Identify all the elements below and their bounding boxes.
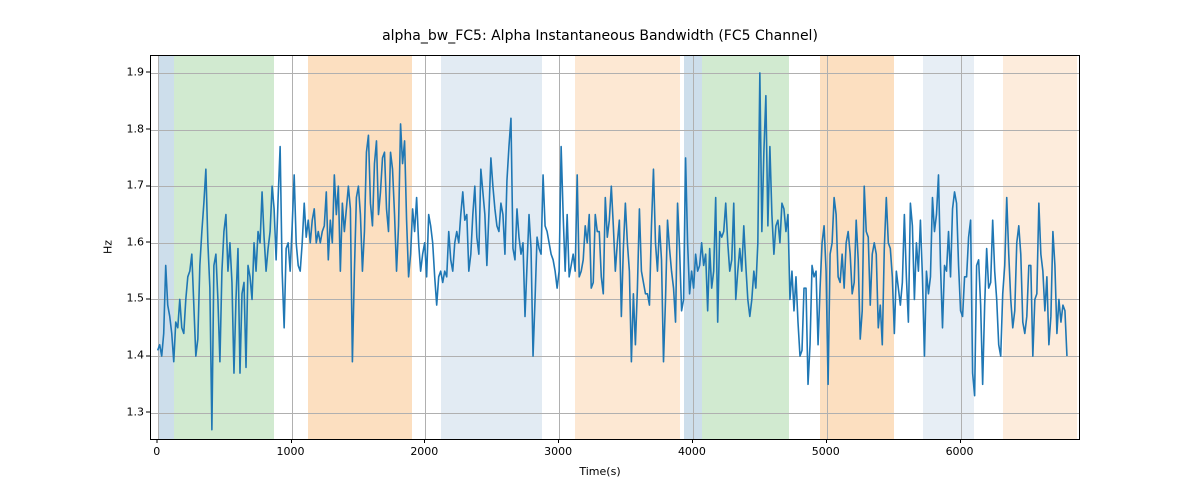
chart-title: alpha_bw_FC5: Alpha Instantaneous Bandwi… <box>0 28 1200 44</box>
x-axis-label: Time(s) <box>0 465 1200 478</box>
series-line <box>158 73 1067 430</box>
figure: alpha_bw_FC5: Alpha Instantaneous Bandwi… <box>0 0 1200 500</box>
x-tick-label: 5000 <box>812 445 840 458</box>
y-tick-label: 1.7 <box>110 179 144 192</box>
y-tick-label: 1.6 <box>110 235 144 248</box>
y-tick-label: 1.4 <box>110 349 144 362</box>
x-tick-label: 0 <box>153 445 160 458</box>
x-tick-label: 6000 <box>946 445 974 458</box>
x-tick-label: 1000 <box>277 445 305 458</box>
y-tick-label: 1.3 <box>110 405 144 418</box>
y-tick-label: 1.8 <box>110 122 144 135</box>
y-tick-label: 1.9 <box>110 65 144 78</box>
data-line <box>151 56 1079 439</box>
y-tick-label: 1.5 <box>110 292 144 305</box>
plot-area <box>150 55 1080 440</box>
x-tick-label: 4000 <box>678 445 706 458</box>
x-tick-label: 3000 <box>544 445 572 458</box>
x-tick-label: 2000 <box>410 445 438 458</box>
